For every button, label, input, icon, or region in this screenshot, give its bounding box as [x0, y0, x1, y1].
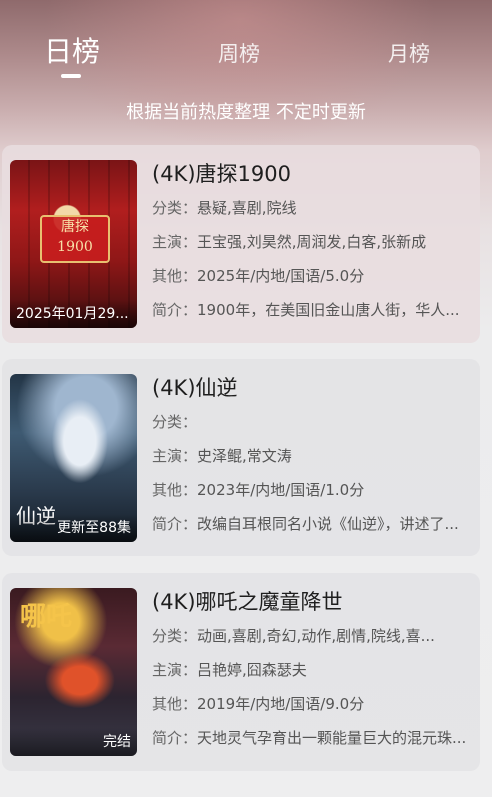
cast-value: 吕艳婷,囧森瑟夫 — [197, 661, 307, 679]
intro-value: 天地灵气孕育出一颗能量巨大的混元珠... — [197, 729, 467, 747]
cast-label: 主演： — [152, 447, 198, 465]
other-label: 其他： — [152, 481, 198, 499]
cast-label: 主演： — [152, 233, 198, 251]
video-poster[interactable]: 哪吒 完结 — [10, 588, 137, 756]
cast-label: 主演： — [152, 661, 198, 679]
video-other-row: 其他：2023年/内地/国语/1.0分 — [152, 475, 470, 505]
ranking-tabs: 日榜 周榜 月榜 — [0, 0, 492, 90]
tab-monthly[interactable]: 月榜 — [388, 38, 430, 68]
video-intro-row: 简介：1900年，在美国旧金山唐人街，华人... — [152, 295, 470, 325]
ranking-list: 唐探 1900 2025年01月29... (4K)唐探1900 分类：悬疑,喜… — [2, 145, 480, 787]
tab-daily[interactable]: 日榜 — [44, 30, 100, 70]
poster-title-art: 唐探 1900 — [40, 215, 110, 263]
poster-episode-caption: 更新至88集 — [10, 514, 137, 542]
other-label: 其他： — [152, 695, 198, 713]
category-label: 分类： — [152, 413, 198, 431]
intro-label: 简介： — [152, 729, 198, 747]
ranking-subtitle: 根据当前热度整理 不定时更新 — [126, 102, 366, 123]
poster-status-caption: 完结 — [10, 728, 137, 756]
other-value: 2025年/内地/国语/5.0分 — [197, 267, 365, 285]
other-label: 其他： — [152, 267, 198, 285]
video-intro-row: 简介：改编自耳根同名小说《仙逆》，讲述了... — [152, 509, 470, 539]
tab-active-indicator — [61, 74, 81, 78]
video-info: (4K)唐探1900 分类：悬疑,喜剧,院线 主演：王宝强,刘昊然,周润发,白客… — [152, 159, 470, 325]
video-title[interactable]: (4K)唐探1900 — [152, 159, 470, 189]
intro-label: 简介： — [152, 515, 198, 533]
intro-label: 简介： — [152, 301, 198, 319]
video-title[interactable]: (4K)哪吒之魔童降世 — [152, 587, 470, 617]
poster-title-art: 哪吒 — [20, 602, 73, 632]
video-card[interactable]: 仙逆 更新至88集 (4K)仙逆 分类： 主演：史泽鲲,常文涛 其他：2023年… — [2, 359, 480, 556]
video-info: (4K)仙逆 分类： 主演：史泽鲲,常文涛 其他：2023年/内地/国语/1.0… — [152, 373, 470, 539]
video-card[interactable]: 哪吒 完结 (4K)哪吒之魔童降世 分类：动画,喜剧,奇幻,动作,剧情,院线,喜… — [2, 573, 480, 771]
video-title[interactable]: (4K)仙逆 — [152, 373, 470, 403]
video-intro-row: 简介：天地灵气孕育出一颗能量巨大的混元珠... — [152, 723, 470, 753]
category-value: 悬疑,喜剧,院线 — [197, 199, 297, 217]
video-category-row: 分类：悬疑,喜剧,院线 — [152, 193, 470, 223]
category-label: 分类： — [152, 199, 198, 217]
video-poster[interactable]: 唐探 1900 2025年01月29... — [10, 160, 137, 328]
category-label: 分类： — [152, 627, 198, 645]
video-card[interactable]: 唐探 1900 2025年01月29... (4K)唐探1900 分类：悬疑,喜… — [2, 145, 480, 343]
video-other-row: 其他：2019年/内地/国语/9.0分 — [152, 689, 470, 719]
video-category-row: 分类：动画,喜剧,奇幻,动作,剧情,院线,喜... — [152, 621, 470, 651]
tab-weekly[interactable]: 周榜 — [218, 38, 260, 68]
intro-value: 1900年，在美国旧金山唐人街，华人... — [197, 301, 460, 319]
poster-date-caption: 2025年01月29... — [10, 300, 137, 328]
video-cast-row: 主演：吕艳婷,囧森瑟夫 — [152, 655, 470, 685]
intro-value: 改编自耳根同名小说《仙逆》，讲述了... — [197, 515, 459, 533]
category-value: 动画,喜剧,奇幻,动作,剧情,院线,喜... — [197, 627, 435, 645]
cast-value: 史泽鲲,常文涛 — [197, 447, 292, 465]
video-other-row: 其他：2025年/内地/国语/5.0分 — [152, 261, 470, 291]
other-value: 2019年/内地/国语/9.0分 — [197, 695, 365, 713]
video-category-row: 分类： — [152, 407, 470, 437]
video-info: (4K)哪吒之魔童降世 分类：动画,喜剧,奇幻,动作,剧情,院线,喜... 主演… — [152, 587, 470, 753]
video-cast-row: 主演：史泽鲲,常文涛 — [152, 441, 470, 471]
video-poster[interactable]: 仙逆 更新至88集 — [10, 374, 137, 542]
video-cast-row: 主演：王宝强,刘昊然,周润发,白客,张新成 — [152, 227, 470, 257]
cast-value: 王宝强,刘昊然,周润发,白客,张新成 — [197, 233, 427, 251]
other-value: 2023年/内地/国语/1.0分 — [197, 481, 365, 499]
